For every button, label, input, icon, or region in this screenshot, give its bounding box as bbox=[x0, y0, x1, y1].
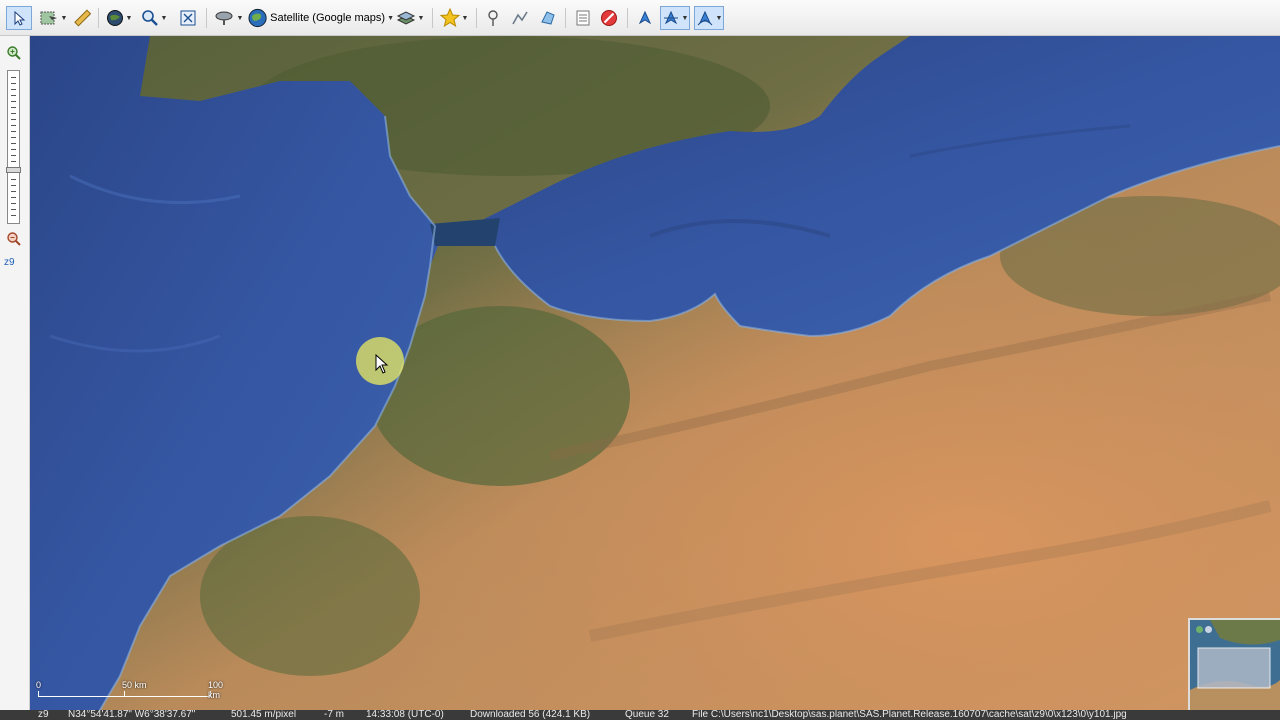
chevron-down-icon: ▼ bbox=[417, 14, 425, 22]
layers-globe-button[interactable]: ▼ bbox=[103, 6, 135, 30]
status-bar: z9 N34°54'41.87" W6°38'37.67" 501.45 m/p… bbox=[0, 710, 1280, 720]
add-path-button[interactable] bbox=[508, 6, 532, 30]
chevron-down-icon: ▼ bbox=[681, 14, 689, 22]
toolbar-separator bbox=[627, 8, 628, 28]
map-view[interactable]: 0 50 km 100 km bbox=[30, 36, 1280, 710]
globe-icon bbox=[248, 8, 267, 28]
zoom-out-icon bbox=[7, 232, 21, 246]
zoom-slider-thumb[interactable] bbox=[6, 167, 21, 173]
add-polygon-button[interactable] bbox=[536, 6, 560, 30]
chevron-down-icon: ▼ bbox=[160, 14, 168, 22]
polygon-icon bbox=[541, 11, 555, 25]
toolbar-separator bbox=[98, 8, 99, 28]
status-time: 14:33:08 (UTC-0) bbox=[366, 710, 444, 720]
add-placemark-button[interactable] bbox=[481, 6, 505, 30]
chevron-down-icon: ▼ bbox=[461, 14, 469, 22]
satellite-dish-icon bbox=[215, 11, 233, 25]
zoom-out-button[interactable] bbox=[5, 230, 23, 248]
status-downloaded: Downloaded 56 (424.1 KB) bbox=[470, 710, 591, 720]
favorites-button[interactable]: ▼ bbox=[437, 6, 471, 30]
gps-track-button[interactable]: ▼ bbox=[694, 6, 724, 30]
scale-mark-100: 100 km bbox=[208, 680, 224, 700]
scale-mark-0: 0 bbox=[36, 680, 42, 690]
map-source-selector[interactable]: Satellite (Google maps) ▼ bbox=[248, 6, 394, 30]
toolbar-separator bbox=[565, 8, 566, 28]
minimap-zoom-out-icon[interactable] bbox=[1205, 626, 1212, 633]
fullscreen-button[interactable] bbox=[175, 6, 201, 30]
zoom-tool-icon bbox=[141, 10, 158, 26]
chevron-down-icon: ▼ bbox=[60, 14, 68, 22]
select-area-icon bbox=[40, 11, 57, 25]
status-file: File C:\Users\nc1\Desktop\sas.planet\SAS… bbox=[692, 710, 1127, 720]
zoom-slider[interactable] bbox=[6, 70, 21, 224]
gps-connect-button[interactable] bbox=[633, 6, 657, 30]
toolbar-separator bbox=[206, 8, 207, 28]
status-elevation: -7 m bbox=[324, 710, 344, 720]
map-source-label: Satellite (Google maps) bbox=[270, 12, 386, 24]
marks-list-icon bbox=[576, 10, 590, 26]
scale-mark-50: 50 km bbox=[122, 680, 147, 690]
zoom-level-label: z9 bbox=[4, 257, 15, 268]
status-queue: Queue 32 bbox=[625, 710, 669, 720]
star-icon bbox=[439, 8, 460, 28]
gps-center-button[interactable]: ▼ bbox=[660, 6, 690, 30]
marks-manager-button[interactable] bbox=[571, 6, 595, 30]
globe-layers-icon bbox=[106, 10, 123, 26]
select-area-button[interactable]: ▼ bbox=[36, 6, 70, 30]
status-zoom: z9 bbox=[38, 710, 49, 720]
mouse-cursor-icon bbox=[375, 354, 389, 374]
zoom-tool-button[interactable]: ▼ bbox=[137, 6, 171, 30]
stop-icon bbox=[601, 10, 617, 26]
placemark-icon bbox=[488, 10, 498, 26]
zoom-panel: z9 bbox=[0, 36, 30, 710]
center-gps-icon bbox=[663, 10, 678, 25]
pointer-icon bbox=[14, 10, 26, 26]
gps-icon bbox=[638, 10, 652, 25]
zoom-in-icon bbox=[7, 46, 21, 60]
minimap[interactable] bbox=[1188, 618, 1280, 710]
status-resolution: 501.45 m/pixel bbox=[231, 710, 297, 720]
chevron-down-icon: ▼ bbox=[715, 14, 723, 22]
track-gps-icon bbox=[697, 10, 712, 26]
zoom-in-button[interactable] bbox=[5, 44, 23, 62]
ruler-icon bbox=[74, 9, 91, 27]
chevron-down-icon: ▼ bbox=[236, 14, 244, 22]
hide-marks-button[interactable] bbox=[597, 6, 621, 30]
path-icon bbox=[512, 11, 528, 25]
pointer-tool-button[interactable] bbox=[6, 6, 32, 30]
layers-button[interactable]: ▼ bbox=[394, 6, 426, 30]
fullscreen-icon bbox=[180, 10, 196, 26]
ruler-button[interactable] bbox=[70, 6, 94, 30]
main-toolbar: ▼ ▼ ▼ ▼ Satellite (Google maps) ▼ ▼ ▼ ▼ … bbox=[0, 0, 1280, 36]
map-source-type-button[interactable]: ▼ bbox=[212, 6, 246, 30]
layers-icon bbox=[396, 11, 415, 25]
toolbar-separator bbox=[432, 8, 433, 28]
satellite-imagery bbox=[30, 36, 1280, 710]
chevron-down-icon: ▼ bbox=[387, 14, 394, 22]
chevron-down-icon: ▼ bbox=[125, 14, 133, 22]
minimap-zoom-in-icon[interactable] bbox=[1196, 626, 1203, 633]
toolbar-separator bbox=[476, 8, 477, 28]
minimap-imagery bbox=[1190, 620, 1280, 710]
scale-bar: 0 50 km 100 km bbox=[34, 680, 223, 700]
status-coordinates: N34°54'41.87" W6°38'37.67" bbox=[68, 710, 196, 720]
